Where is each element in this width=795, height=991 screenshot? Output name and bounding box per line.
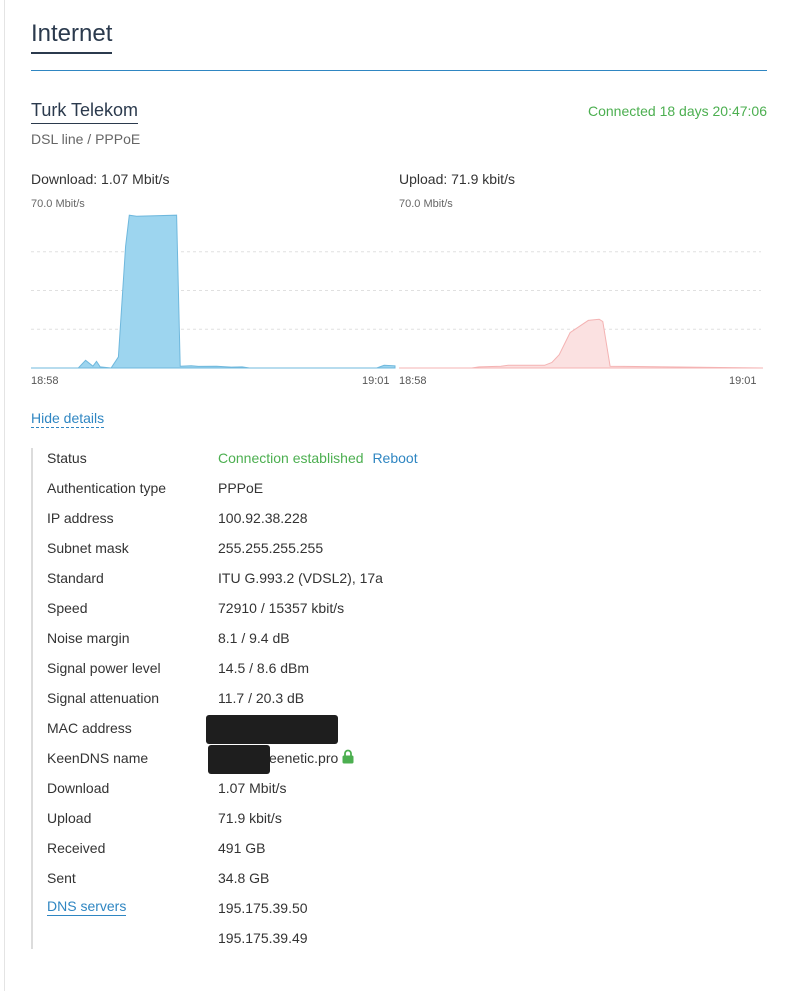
- dns-servers-link[interactable]: DNS servers: [47, 898, 127, 916]
- upload-start-time: 18:58: [399, 375, 427, 387]
- header-divider: [31, 70, 767, 71]
- download-graph: [31, 214, 396, 369]
- detail-value: 255.255.255.255: [218, 540, 324, 556]
- detail-label: Sent: [47, 870, 76, 886]
- connection-status: Connected 18 days 20:47:06: [587, 103, 767, 119]
- keendns-name-redaction: [208, 745, 270, 774]
- detail-value: ITU G.993.2 (VDSL2), 17a: [218, 570, 383, 586]
- upload-graph-area: [399, 318, 764, 369]
- detail-label: Authentication type: [47, 480, 167, 496]
- detail-value: 11.7 / 20.3 dB: [218, 690, 305, 706]
- status-value: Connection established: [218, 450, 364, 466]
- download-end-time: 19:01: [362, 375, 390, 387]
- mac-address-redaction: [206, 715, 338, 744]
- reboot-link[interactable]: Reboot: [372, 450, 417, 466]
- line-type: DSL line / PPPoE: [31, 131, 141, 147]
- detail-value: 8.1 / 9.4 dB: [218, 630, 290, 646]
- detail-label: IP address: [47, 510, 114, 526]
- detail-label: Received: [47, 840, 106, 856]
- detail-value: 72910 / 15357 kbit/s: [218, 600, 345, 616]
- detail-value: 195.175.39.50: [218, 900, 308, 916]
- provider-name[interactable]: Turk Telekom: [31, 100, 139, 124]
- detail-value: 14.5 / 8.6 dBm: [218, 660, 310, 676]
- detail-value-wrap: Connection established Reboot: [218, 448, 418, 468]
- upload-end-time: 19:01: [729, 375, 757, 387]
- download-graph-area: [31, 214, 396, 369]
- detail-label: Upload: [47, 810, 92, 826]
- download-start-time: 18:58: [31, 375, 59, 387]
- lock-icon: [342, 749, 354, 769]
- detail-label: Noise margin: [47, 630, 130, 646]
- detail-value: 71.9 kbit/s: [218, 810, 282, 826]
- detail-label: Download: [47, 780, 110, 796]
- detail-label: Signal power level: [47, 660, 161, 676]
- detail-value-wrap: eenetic.pro: [269, 748, 354, 769]
- detail-value: 195.175.39.49: [218, 930, 308, 946]
- upload-rate-label: Upload: 71.9 kbit/s: [399, 171, 515, 187]
- hide-details-link[interactable]: Hide details: [31, 410, 105, 428]
- detail-value: PPPoE: [218, 480, 264, 496]
- details-left-bar: [31, 448, 33, 949]
- download-rate-label: Download: 1.07 Mbit/s: [31, 171, 170, 187]
- detail-value: 1.07 Mbit/s: [218, 780, 287, 796]
- detail-label: KeenDNS name: [47, 750, 149, 766]
- page-title: Internet: [31, 20, 113, 54]
- detail-label: Signal attenuation: [47, 690, 160, 706]
- detail-label: Standard: [47, 570, 104, 586]
- detail-label: Status: [47, 450, 87, 466]
- keendns-value: eenetic.pro: [269, 750, 339, 766]
- detail-value: 34.8 GB: [218, 870, 270, 886]
- detail-label: MAC address: [47, 720, 132, 736]
- page-left-border: [4, 0, 5, 991]
- detail-label: Subnet mask: [47, 540, 129, 556]
- detail-label: Speed: [47, 600, 88, 616]
- detail-value: 100.92.38.228: [218, 510, 308, 526]
- upload-graph: [399, 251, 764, 369]
- detail-value: 491 GB: [218, 840, 266, 856]
